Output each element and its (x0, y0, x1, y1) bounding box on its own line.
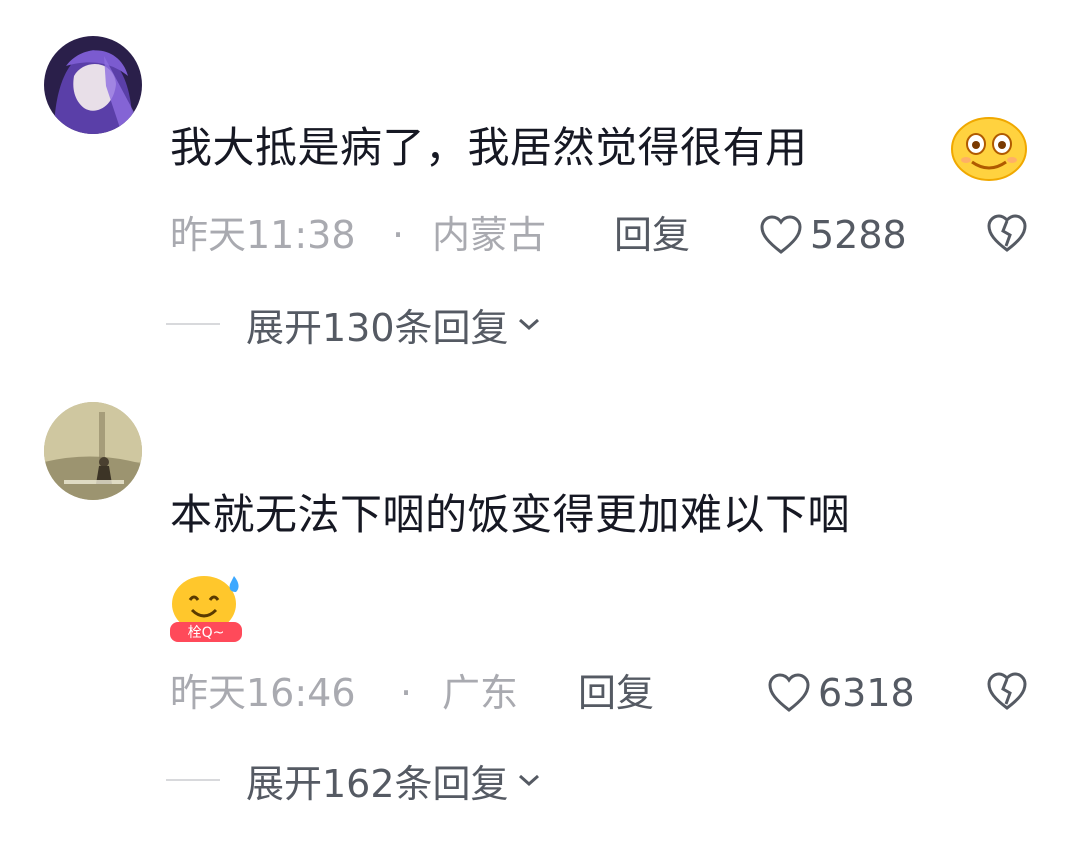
expand-divider (166, 779, 220, 781)
like-button[interactable]: 5288 (758, 212, 907, 258)
dislike-button[interactable] (986, 214, 1028, 264)
meta-separator: · (400, 671, 413, 715)
comment-time: 昨天16:46 (170, 671, 356, 715)
heart-icon (768, 673, 810, 712)
broken-heart-icon (987, 214, 1027, 252)
expand-replies-label: 展开162条回复 (246, 761, 509, 806)
expand-replies[interactable]: 展开130条回复 (166, 302, 541, 350)
chevron-down-icon (518, 318, 539, 331)
chevron-down-icon (518, 774, 539, 787)
like-count: 5288 (810, 213, 907, 257)
comment-text: 本就无法下咽的饭变得更加难以下咽 (170, 490, 851, 539)
emoji-caption: 栓Q~ (188, 625, 225, 641)
sweat-smile-emoji: 栓Q~ (166, 572, 246, 648)
like-button[interactable]: 6318 (766, 670, 915, 716)
comment-text: 我大抵是病了，我居然觉得很有用 (170, 123, 808, 172)
meta-separator: · (392, 213, 405, 257)
comment-location: 广东 (442, 671, 519, 715)
expand-divider (166, 323, 220, 325)
expand-replies[interactable]: 展开162条回复 (166, 758, 541, 806)
broken-heart-icon (987, 672, 1027, 710)
expand-replies-label: 展开130条回复 (246, 305, 509, 350)
comment-location: 内蒙古 (432, 213, 547, 257)
reply-button[interactable]: 回复 (614, 212, 690, 258)
comment-time: 昨天11:38 (170, 213, 356, 257)
dislike-button[interactable] (986, 672, 1028, 722)
smiling-face-emoji (950, 116, 1028, 186)
avatar[interactable] (44, 402, 142, 500)
avatar[interactable] (44, 36, 142, 134)
heart-icon (760, 215, 802, 254)
reply-button[interactable]: 回复 (578, 670, 654, 716)
comment-meta: 昨天11:38 · 内蒙古 回复 5288 (170, 212, 1050, 258)
comment-meta: 昨天16:46 · 广东 回复 6318 (170, 670, 1050, 716)
like-count: 6318 (818, 671, 915, 715)
